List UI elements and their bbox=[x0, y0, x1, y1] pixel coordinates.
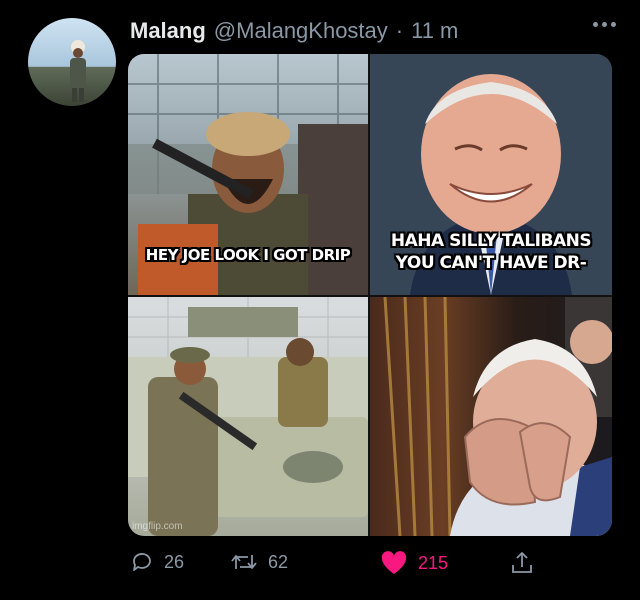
user-handle[interactable]: @MalangKhostay bbox=[214, 18, 388, 44]
avatar[interactable] bbox=[28, 18, 116, 106]
reply-button[interactable]: 26 bbox=[130, 550, 184, 574]
share-icon bbox=[512, 552, 532, 573]
meme-panel-top-left: HEY JOE LOOK I GOT DRIP bbox=[128, 54, 368, 295]
share-button[interactable] bbox=[510, 550, 534, 576]
more-options-icon[interactable] bbox=[593, 22, 616, 27]
meme-caption-top-right: HAHA SILLY TALIBANS YOU CAN'T HAVE DR- bbox=[370, 230, 612, 274]
separator-dot: · bbox=[395, 18, 404, 43]
meme-panel-bottom-right bbox=[370, 297, 612, 536]
meme-panel-bottom-left: imgflip.com bbox=[128, 297, 368, 536]
avatar-figure bbox=[70, 40, 86, 102]
heart-icon bbox=[381, 551, 407, 574]
retweet-count: 62 bbox=[268, 551, 289, 572]
like-button[interactable]: 215 bbox=[380, 550, 448, 576]
watermark: imgflip.com bbox=[132, 521, 183, 532]
retweet-icon bbox=[231, 555, 257, 569]
tweet-actions: 26 62 215 bbox=[128, 550, 548, 580]
more-dot bbox=[593, 22, 598, 27]
display-name[interactable]: Malang bbox=[130, 18, 206, 44]
meme-panel-top-right: HAHA SILLY TALIBANS YOU CAN'T HAVE DR- bbox=[370, 54, 612, 295]
timestamp[interactable]: 11 m bbox=[411, 18, 458, 44]
meme-caption-top-right-text: HAHA SILLY TALIBANS YOU CAN'T HAVE DR- bbox=[390, 231, 592, 273]
tweet[interactable]: Malang @MalangKhostay · 11 m HEY JOE LOO… bbox=[0, 0, 640, 600]
like-count: 215 bbox=[418, 552, 449, 573]
more-dot bbox=[602, 22, 607, 27]
tweet-media[interactable]: HEY JOE LOOK I GOT DRIP HAHA SILLY TALIB… bbox=[128, 54, 612, 536]
meme-image-bottom-right bbox=[383, 297, 612, 536]
reply-icon bbox=[133, 553, 151, 571]
more-dot bbox=[611, 22, 616, 27]
retweet-button[interactable]: 62 bbox=[230, 550, 288, 574]
meme-caption-top-left: HEY JOE LOOK I GOT DRIP bbox=[145, 246, 351, 264]
reply-count: 26 bbox=[164, 551, 185, 572]
meme-image-bottom-left bbox=[128, 297, 368, 536]
tweet-header: Malang @MalangKhostay · 11 m bbox=[130, 18, 458, 46]
